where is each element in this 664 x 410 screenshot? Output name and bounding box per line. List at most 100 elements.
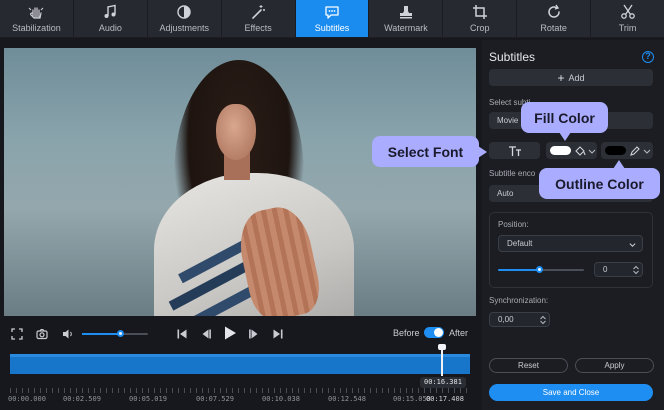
play-icon[interactable] — [222, 325, 238, 341]
preview-subject-face — [216, 104, 256, 160]
crop-icon — [472, 5, 487, 19]
tab-label: Effects — [244, 23, 272, 33]
tick-label: 00:17.408 — [426, 395, 464, 403]
panel-title: Subtitles — [489, 50, 536, 64]
reset-button-label: Reset — [518, 361, 539, 370]
callout-outline-color-text: Outline Color — [555, 175, 644, 192]
magic-wand-icon — [252, 5, 266, 19]
skip-to-start-icon[interactable] — [176, 328, 188, 340]
music-note-icon — [104, 4, 117, 18]
playhead[interactable] — [441, 346, 443, 376]
callout-select-font-text: Select Font — [387, 143, 464, 160]
volume-slider-fill — [82, 333, 122, 335]
tool-tabs: Stabilization Audio Adjustments Effects … — [0, 0, 664, 38]
fullscreen-icon[interactable] — [11, 328, 23, 340]
callout-outline-color: Outline Color — [539, 160, 660, 199]
contrast-icon — [177, 5, 191, 19]
encoding-label: Subtitle enco — [489, 169, 536, 178]
tab-adjustments[interactable]: Adjustments — [147, 0, 221, 37]
position-label: Position: — [498, 220, 529, 229]
tab-subtitles[interactable]: Subtitles — [295, 0, 369, 37]
callout-pointer — [613, 160, 625, 169]
position-slider-fill — [498, 269, 541, 271]
stepper-arrows-icon[interactable] — [633, 265, 639, 275]
help-icon[interactable]: ? — [642, 51, 654, 63]
tab-label: Subtitles — [314, 23, 350, 33]
add-subtitle-button[interactable]: + Add — [489, 69, 653, 86]
position-slider-handle[interactable] — [536, 266, 543, 273]
text-format-icon — [508, 145, 521, 156]
previous-frame-icon[interactable] — [200, 328, 212, 340]
callout-pointer — [559, 132, 571, 141]
tab-label: Watermark — [384, 23, 428, 33]
volume-slider-handle[interactable] — [116, 330, 124, 337]
tab-label: Rotate — [540, 23, 567, 33]
tab-watermark[interactable]: Watermark — [369, 0, 443, 37]
skip-to-end-icon[interactable] — [272, 328, 284, 340]
tick-label: 00:10.038 — [262, 395, 300, 403]
toggle-knob — [434, 328, 443, 337]
position-select[interactable]: Default — [498, 235, 643, 252]
fill-color-swatch — [550, 146, 571, 155]
tab-audio[interactable]: Audio — [73, 0, 147, 37]
callout-fill-color: Fill Color — [521, 102, 608, 141]
next-frame-icon[interactable] — [248, 328, 260, 340]
scissors-icon — [620, 4, 635, 19]
camera-snapshot-icon[interactable] — [36, 328, 48, 340]
volume-icon[interactable] — [62, 328, 74, 340]
encoding-value: Auto — [497, 189, 514, 198]
chevron-down-icon — [643, 149, 651, 154]
position-value: Default — [507, 239, 533, 248]
fill-color-button[interactable] — [546, 142, 597, 159]
tick-label: 00:02.509 — [63, 395, 101, 403]
volume-slider[interactable] — [82, 333, 148, 335]
outline-color-swatch — [605, 146, 626, 155]
tab-trim[interactable]: Trim — [591, 0, 664, 37]
position-number-stepper[interactable]: 0 — [594, 262, 643, 277]
video-editor-window: Stabilization Audio Adjustments Effects … — [0, 0, 664, 410]
chevron-down-icon — [588, 149, 596, 154]
save-button-label: Save and Close — [542, 388, 600, 397]
video-preview[interactable] — [4, 48, 476, 316]
callout-select-font: Select Font — [372, 136, 487, 167]
timeline-band — [10, 354, 470, 357]
tab-rotate[interactable]: Rotate — [517, 0, 591, 37]
tick-label: 00:00.000 — [8, 395, 46, 403]
select-font-button[interactable] — [489, 142, 540, 159]
stabilization-hand-icon — [29, 7, 44, 19]
save-and-close-button[interactable]: Save and Close — [489, 384, 653, 401]
pencil-icon — [630, 145, 640, 156]
tab-label: Stabilization — [12, 23, 61, 33]
timeline-ticks — [10, 388, 470, 393]
reset-button[interactable]: Reset — [489, 358, 568, 373]
current-time-badge: 00:16.381 — [420, 377, 466, 388]
add-button-label: Add — [568, 72, 585, 83]
tab-label: Crop — [470, 23, 490, 33]
tab-stabilization[interactable]: Stabilization — [0, 0, 73, 37]
tab-crop[interactable]: Crop — [443, 0, 517, 37]
sync-stepper[interactable]: 0,00 — [489, 312, 550, 327]
paint-bucket-icon — [575, 145, 586, 156]
callout-pointer — [478, 146, 487, 158]
timeline-track[interactable] — [10, 354, 470, 374]
tick-label: 00:05.019 — [129, 395, 167, 403]
before-after-toggle[interactable] — [424, 327, 444, 338]
position-number-value: 0 — [603, 265, 608, 274]
tick-label: 00:07.529 — [196, 395, 234, 403]
subtitle-track-value: Movie — [497, 116, 519, 125]
rotate-icon — [547, 4, 560, 18]
stepper-arrows-icon[interactable] — [540, 315, 546, 325]
apply-button[interactable]: Apply — [575, 358, 654, 373]
speech-bubble-icon — [325, 6, 339, 19]
tab-effects[interactable]: Effects — [221, 0, 295, 37]
callout-fill-color-text: Fill Color — [534, 109, 595, 126]
tab-label: Audio — [98, 23, 122, 33]
outline-color-button[interactable] — [601, 142, 653, 159]
tab-label: Adjustments — [159, 23, 209, 33]
stamp-icon — [399, 6, 412, 19]
tick-label: 00:12.548 — [328, 395, 366, 403]
chevron-down-icon — [629, 243, 636, 247]
before-label: Before — [393, 328, 420, 338]
sync-value: 0,00 — [498, 315, 514, 324]
tab-label: Trim — [618, 23, 637, 33]
